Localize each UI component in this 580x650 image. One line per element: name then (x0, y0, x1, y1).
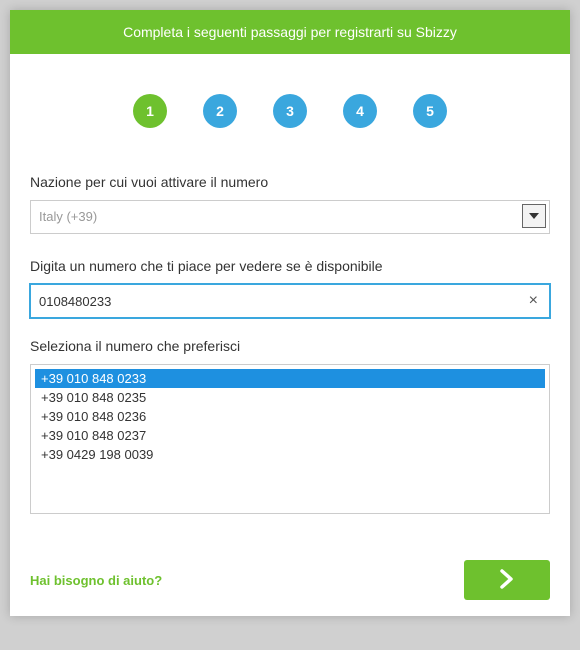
step-2[interactable]: 2 (203, 94, 237, 128)
list-item[interactable]: +39 010 848 0233 (35, 369, 545, 388)
step-1[interactable]: 1 (133, 94, 167, 128)
clear-input-button[interactable]: × (525, 292, 542, 310)
number-input-wrap: × (30, 284, 550, 318)
help-link[interactable]: Hai bisogno di aiuto? (30, 573, 162, 588)
step-5[interactable]: 5 (413, 94, 447, 128)
step-4[interactable]: 4 (343, 94, 377, 128)
modal-body: Nazione per cui vuoi attivare il numero … (10, 174, 570, 560)
list-item[interactable]: +39 010 848 0235 (35, 388, 545, 407)
list-item[interactable]: +39 010 848 0236 (35, 407, 545, 426)
list-item[interactable]: +39 010 848 0237 (35, 426, 545, 445)
list-label: Seleziona il numero che preferisci (30, 338, 550, 354)
close-icon: × (529, 292, 538, 309)
number-listbox[interactable]: +39 010 848 0233 +39 010 848 0235 +39 01… (30, 364, 550, 514)
next-button[interactable] (464, 560, 550, 600)
number-input[interactable] (30, 284, 550, 318)
country-label: Nazione per cui vuoi attivare il numero (30, 174, 550, 190)
registration-modal: Completa i seguenti passaggi per registr… (10, 10, 570, 616)
progress-stepper: 1 2 3 4 5 (10, 54, 570, 174)
country-select-wrap: Italy (+39) (30, 200, 550, 234)
modal-footer: Hai bisogno di aiuto? (10, 560, 570, 616)
country-select[interactable]: Italy (+39) (30, 200, 550, 234)
modal-header: Completa i seguenti passaggi per registr… (10, 10, 570, 54)
step-3[interactable]: 3 (273, 94, 307, 128)
header-title: Completa i seguenti passaggi per registr… (123, 24, 457, 40)
number-label: Digita un numero che ti piace per vedere… (30, 258, 550, 274)
chevron-right-icon (500, 569, 514, 592)
list-item[interactable]: +39 0429 198 0039 (35, 445, 545, 464)
